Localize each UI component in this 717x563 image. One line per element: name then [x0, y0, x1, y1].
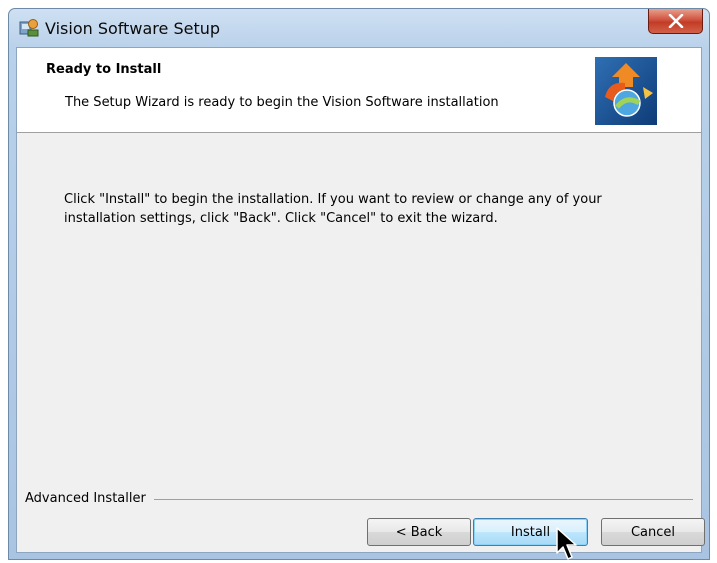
- setup-window: Vision Software Setup Ready to Install T…: [8, 8, 710, 560]
- page-subtitle: The Setup Wizard is ready to begin the V…: [65, 95, 499, 110]
- installer-logo-icon: [595, 57, 657, 125]
- close-icon: [668, 14, 684, 28]
- window-title: Vision Software Setup: [45, 19, 221, 38]
- close-button[interactable]: [648, 9, 703, 34]
- instructions-text: Click "Install" to begin the installatio…: [64, 192, 602, 226]
- header-banner: Ready to Install The Setup Wizard is rea…: [17, 48, 701, 133]
- title-bar[interactable]: Vision Software Setup: [9, 9, 709, 47]
- setup-app-icon: [19, 19, 39, 37]
- page-title: Ready to Install: [46, 62, 162, 77]
- mouse-pointer-icon: [556, 527, 577, 560]
- cancel-button[interactable]: Cancel: [601, 518, 705, 546]
- dialog-client-area: Ready to Install The Setup Wizard is rea…: [16, 47, 705, 553]
- brand-label: Advanced Installer: [25, 491, 154, 506]
- back-button[interactable]: < Back: [367, 518, 471, 546]
